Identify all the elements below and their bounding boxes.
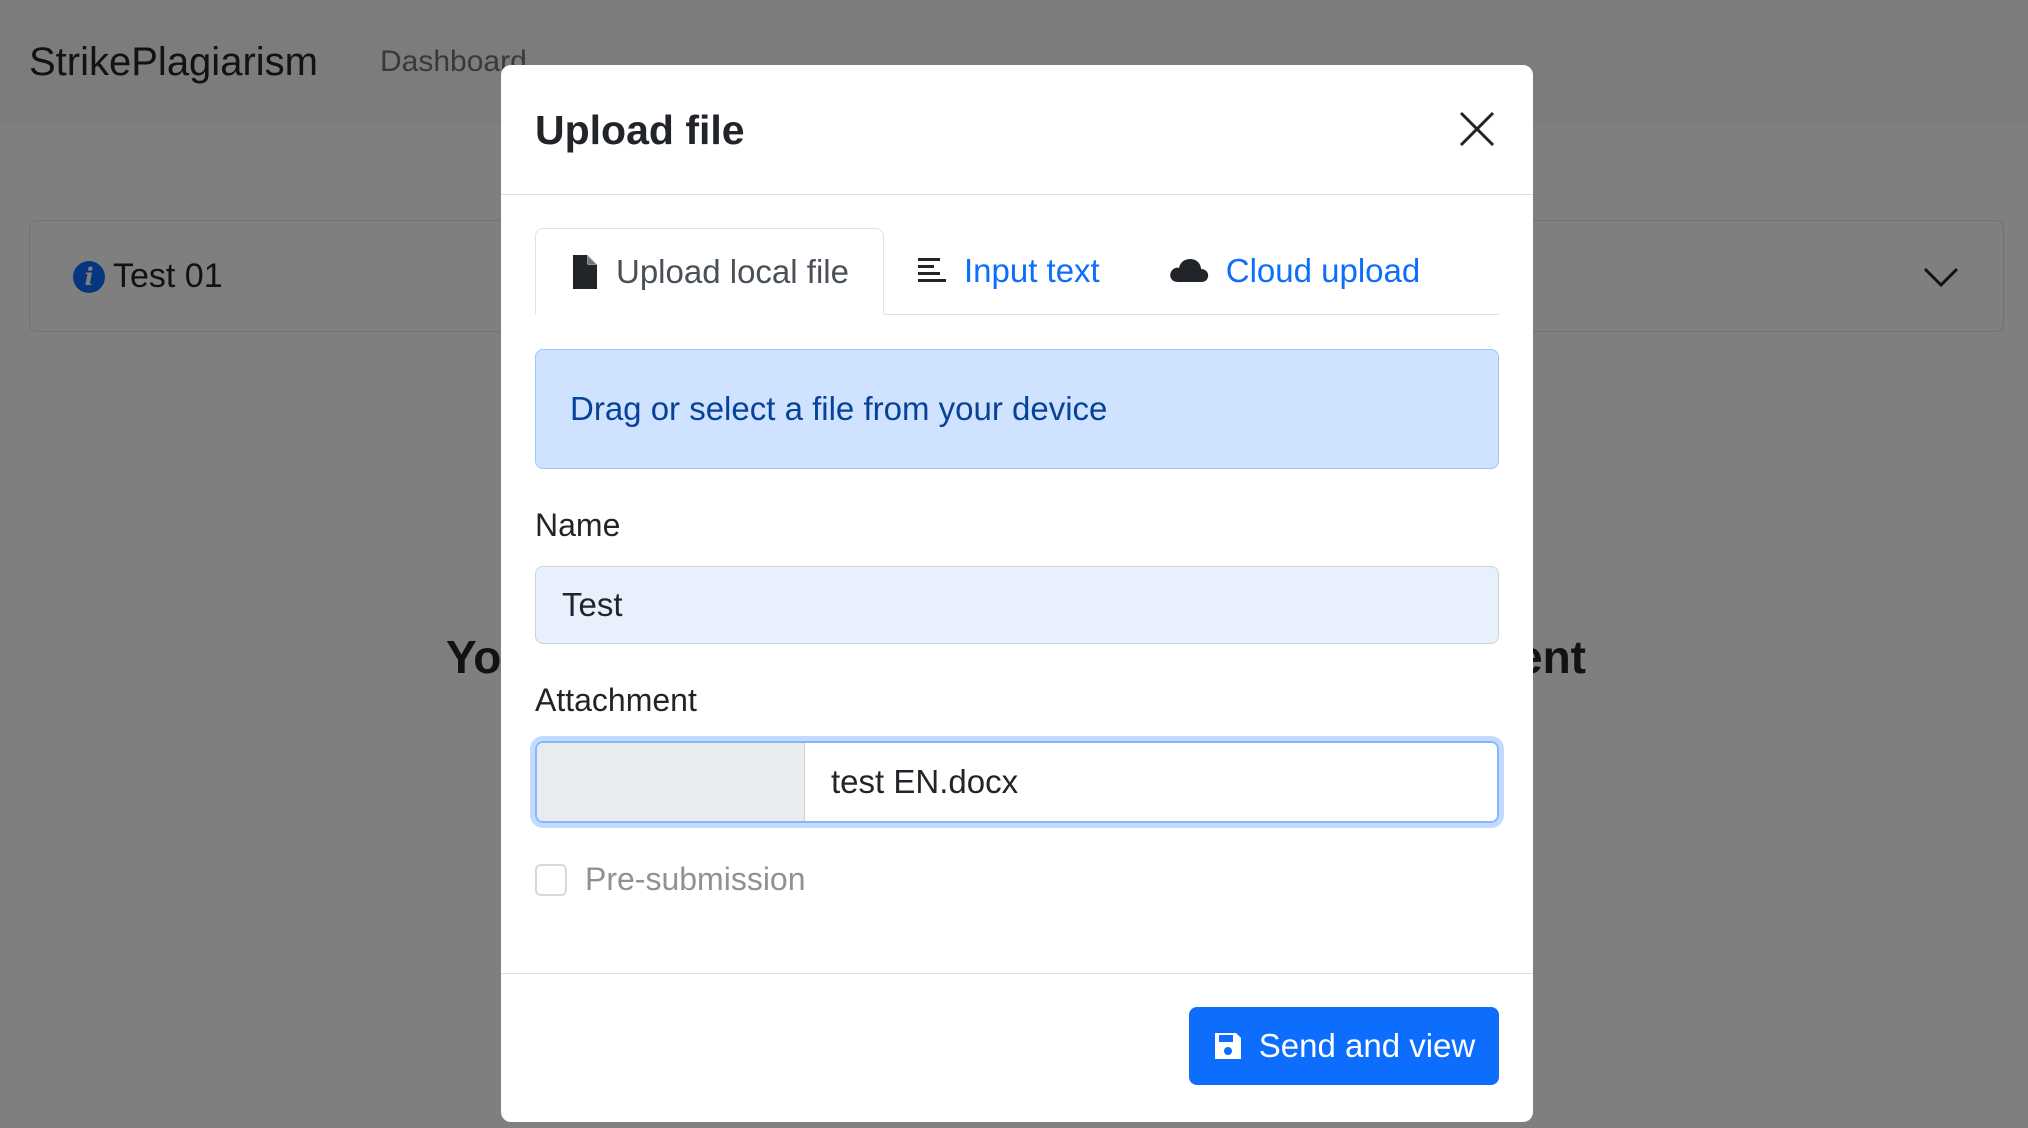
cloud-icon: [1169, 259, 1208, 282]
presubmission-row: Pre-submission: [535, 861, 1499, 898]
modal-header: Upload file: [501, 65, 1533, 195]
name-label: Name: [535, 507, 621, 543]
name-input[interactable]: [535, 566, 1499, 644]
save-icon: [1214, 1033, 1241, 1059]
close-icon[interactable]: [1455, 107, 1499, 151]
align-left-icon: [917, 258, 946, 282]
tab-cloud-upload[interactable]: Cloud upload: [1134, 228, 1455, 314]
upload-tabs: Upload local file Input text Cloud uploa…: [535, 228, 1499, 315]
modal-footer: Send and view: [501, 973, 1533, 1122]
upload-file-modal: Upload file Upload local file Input text…: [501, 65, 1533, 1122]
send-and-view-button[interactable]: Send and view: [1189, 1007, 1499, 1085]
attachment-label: Attachment: [535, 682, 697, 718]
tab-input-text[interactable]: Input text: [884, 228, 1134, 314]
attachment-filename: test EN.docx: [805, 743, 1497, 821]
tab-label: Input text: [963, 252, 1100, 289]
choose-file-button[interactable]: [537, 743, 805, 821]
modal-body: Upload local file Input text Cloud uploa…: [501, 195, 1533, 898]
tab-upload-local-file[interactable]: Upload local file: [535, 228, 884, 315]
tab-label: Upload local file: [616, 252, 849, 290]
file-icon: [573, 254, 597, 289]
tab-label: Cloud upload: [1225, 252, 1421, 289]
file-dropzone[interactable]: Drag or select a file from your device: [535, 349, 1499, 469]
attachment-file-input[interactable]: test EN.docx: [535, 741, 1499, 823]
modal-title: Upload file: [535, 107, 745, 153]
send-button-label: Send and view: [1258, 1027, 1476, 1064]
presubmission-label: Pre-submission: [585, 861, 806, 897]
presubmission-checkbox[interactable]: [535, 863, 567, 896]
